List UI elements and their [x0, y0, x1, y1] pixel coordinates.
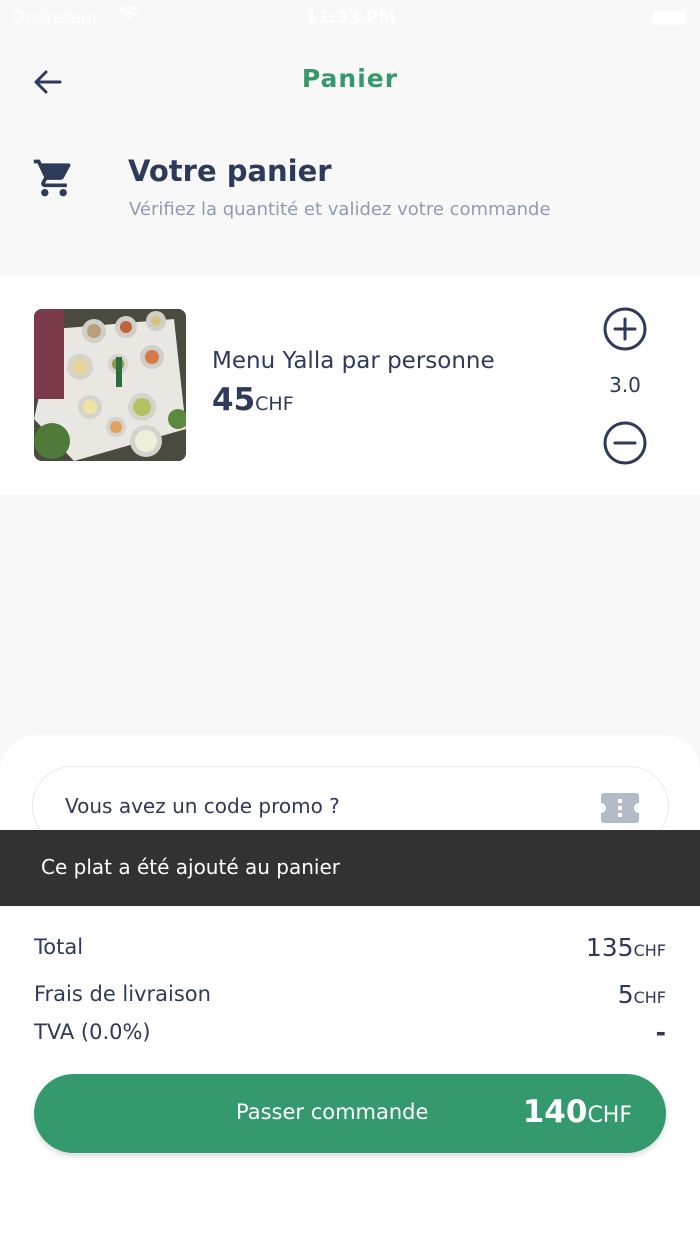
status-time: 11:33 PM	[306, 8, 396, 28]
vat-label: TVA (0.0%)	[34, 1020, 151, 1044]
snackbar-message: Ce plat a été ajouté au panier	[41, 855, 340, 879]
vat-row: TVA (0.0%) -	[34, 1018, 666, 1052]
minus-circle-icon	[603, 421, 647, 465]
place-order-amount: 140	[522, 1094, 588, 1130]
delivery-fee-amount: 5	[617, 980, 634, 1009]
plus-circle-icon	[603, 307, 647, 351]
total-amount: 135	[585, 933, 634, 962]
ticket-icon	[600, 791, 640, 825]
dish-image	[34, 309, 186, 461]
vat-value: -	[655, 1018, 666, 1047]
decrease-quantity-button[interactable]	[602, 420, 648, 466]
delivery-fee-label: Frais de livraison	[34, 982, 211, 1006]
carrier-name: Opérateur	[12, 8, 99, 28]
shopping-cart-icon	[32, 156, 76, 200]
total-currency: CHF	[633, 941, 666, 960]
battery-icon	[652, 11, 686, 25]
item-name: Menu Yalla par personne	[212, 348, 495, 374]
place-order-button[interactable]: Passer commande 140CHF	[34, 1074, 666, 1153]
item-quantity: 3.0	[609, 373, 641, 397]
cart-item-card: Menu Yalla par personne 45CHF 3.0	[0, 276, 700, 495]
place-order-currency: CHF	[587, 1103, 632, 1128]
increase-quantity-button[interactable]	[602, 306, 648, 352]
cart-title: Votre panier	[128, 154, 332, 188]
page-title: Panier	[301, 64, 399, 93]
place-order-label: Passer commande	[236, 1100, 429, 1124]
item-price-currency: CHF	[255, 393, 294, 415]
delivery-fee-currency: CHF	[633, 988, 666, 1007]
total-row: Total 135CHF	[34, 933, 666, 967]
place-order-total: 140CHF	[523, 1094, 632, 1130]
delivery-fee-value: 5CHF	[618, 980, 666, 1009]
cart-header: Votre panier Vérifiez la quantité et val…	[0, 150, 700, 240]
total-label: Total	[34, 935, 84, 959]
delivery-fee-row: Frais de livraison 5CHF	[34, 980, 666, 1014]
wifi-icon	[118, 5, 140, 26]
status-bar: Opérateur 11:33 PM	[0, 0, 700, 36]
promo-code-label: Vous avez un code promo ?	[65, 794, 340, 818]
item-price-amount: 45	[212, 382, 256, 418]
nav-bar: Panier	[0, 50, 700, 112]
snackbar: Ce plat a été ajouté au panier	[0, 830, 700, 906]
item-price: 45CHF	[212, 382, 294, 418]
total-value: 135CHF	[586, 933, 666, 962]
cart-subtitle: Vérifiez la quantité et validez votre co…	[129, 199, 551, 220]
